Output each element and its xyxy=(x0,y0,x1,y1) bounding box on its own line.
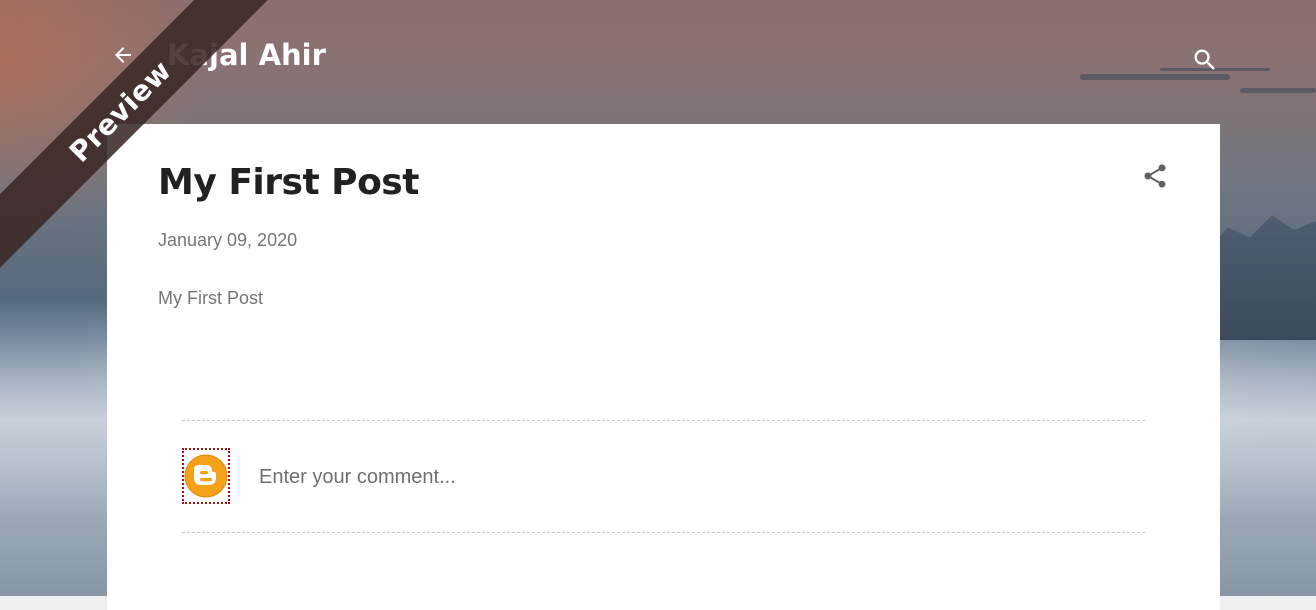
post-body: My First Post xyxy=(158,288,264,308)
share-button[interactable] xyxy=(1141,162,1169,190)
comment-input[interactable] xyxy=(257,458,1121,496)
search-icon xyxy=(1194,49,1215,70)
arrow-left-icon xyxy=(115,47,131,63)
share-icon xyxy=(1144,164,1166,188)
post-title: My First Post xyxy=(158,162,419,203)
commenter-avatar[interactable] xyxy=(182,448,230,504)
blogger-icon xyxy=(184,454,228,498)
comments-divider-top xyxy=(182,420,1145,421)
back-button[interactable] xyxy=(110,42,136,68)
post-date: January 09, 2020 xyxy=(158,230,298,250)
comments-divider-bottom xyxy=(182,532,1145,533)
search-button[interactable] xyxy=(1191,46,1219,74)
post-card: My First Post January 09, 2020 My First … xyxy=(107,124,1220,610)
